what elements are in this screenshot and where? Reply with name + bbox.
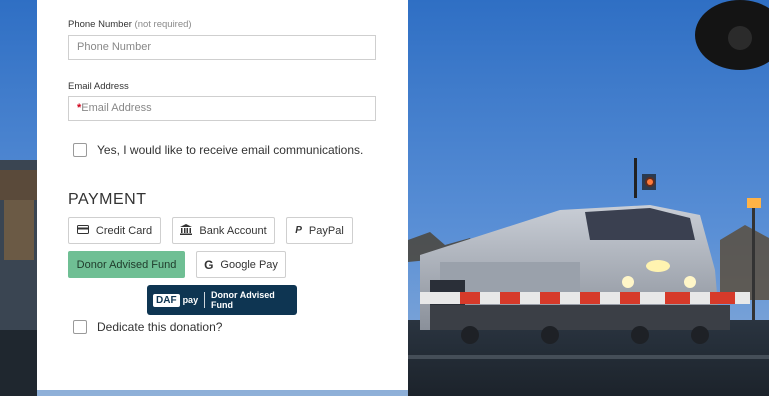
email-address-label: Email Address [68, 81, 129, 92]
dedicate-donation-checkbox[interactable] [73, 320, 87, 334]
bank-account-button[interactable]: Bank Account [172, 217, 275, 244]
donor-advised-fund-label: Donor Advised Fund [76, 258, 177, 271]
email-address-input[interactable]: *Email Address [68, 96, 376, 121]
phone-number-optional-note: (not required) [134, 19, 192, 30]
paypal-button[interactable]: P PayPal [286, 217, 353, 244]
google-pay-button[interactable]: G Google Pay [196, 251, 286, 278]
donation-page: Phone Number (not required) Phone Number… [0, 0, 769, 396]
phone-number-placeholder: Phone Number [77, 41, 151, 53]
email-opt-in-row[interactable]: Yes, I would like to receive email commu… [73, 143, 363, 157]
paypal-label: PayPal [308, 224, 344, 237]
donor-advised-fund-button[interactable]: Donor Advised Fund [68, 251, 185, 278]
daf-pay-text: Donor Advised Fund [211, 290, 275, 310]
dedicate-donation-row[interactable]: Dedicate this donation? [73, 320, 222, 334]
daf-pay-word: pay [182, 295, 199, 305]
daf-divider [204, 292, 206, 308]
paypal-icon: P [295, 225, 302, 236]
credit-card-label: Credit Card [95, 224, 153, 237]
email-opt-in-checkbox[interactable] [73, 143, 87, 157]
daf-logo: DAF [153, 293, 180, 307]
credit-card-button[interactable]: Credit Card [68, 217, 161, 244]
phone-number-input[interactable]: Phone Number [68, 35, 376, 60]
donation-form-panel: Phone Number (not required) Phone Number… [37, 0, 408, 390]
email-opt-in-label: Yes, I would like to receive email commu… [97, 143, 364, 157]
bank-account-label: Bank Account [199, 224, 267, 237]
payment-heading: PAYMENT [68, 191, 147, 208]
email-address-placeholder: Email Address [81, 102, 152, 114]
bank-icon [180, 223, 193, 238]
dedicate-donation-label: Dedicate this donation? [97, 320, 223, 334]
credit-card-icon [76, 224, 89, 237]
google-pay-label: Google Pay [220, 258, 278, 271]
phone-number-label-text: Phone Number [68, 19, 132, 30]
daf-pay-button[interactable]: DAF pay Donor Advised Fund [147, 285, 297, 315]
google-g-icon: G [204, 257, 214, 272]
phone-number-label: Phone Number (not required) [68, 19, 192, 30]
